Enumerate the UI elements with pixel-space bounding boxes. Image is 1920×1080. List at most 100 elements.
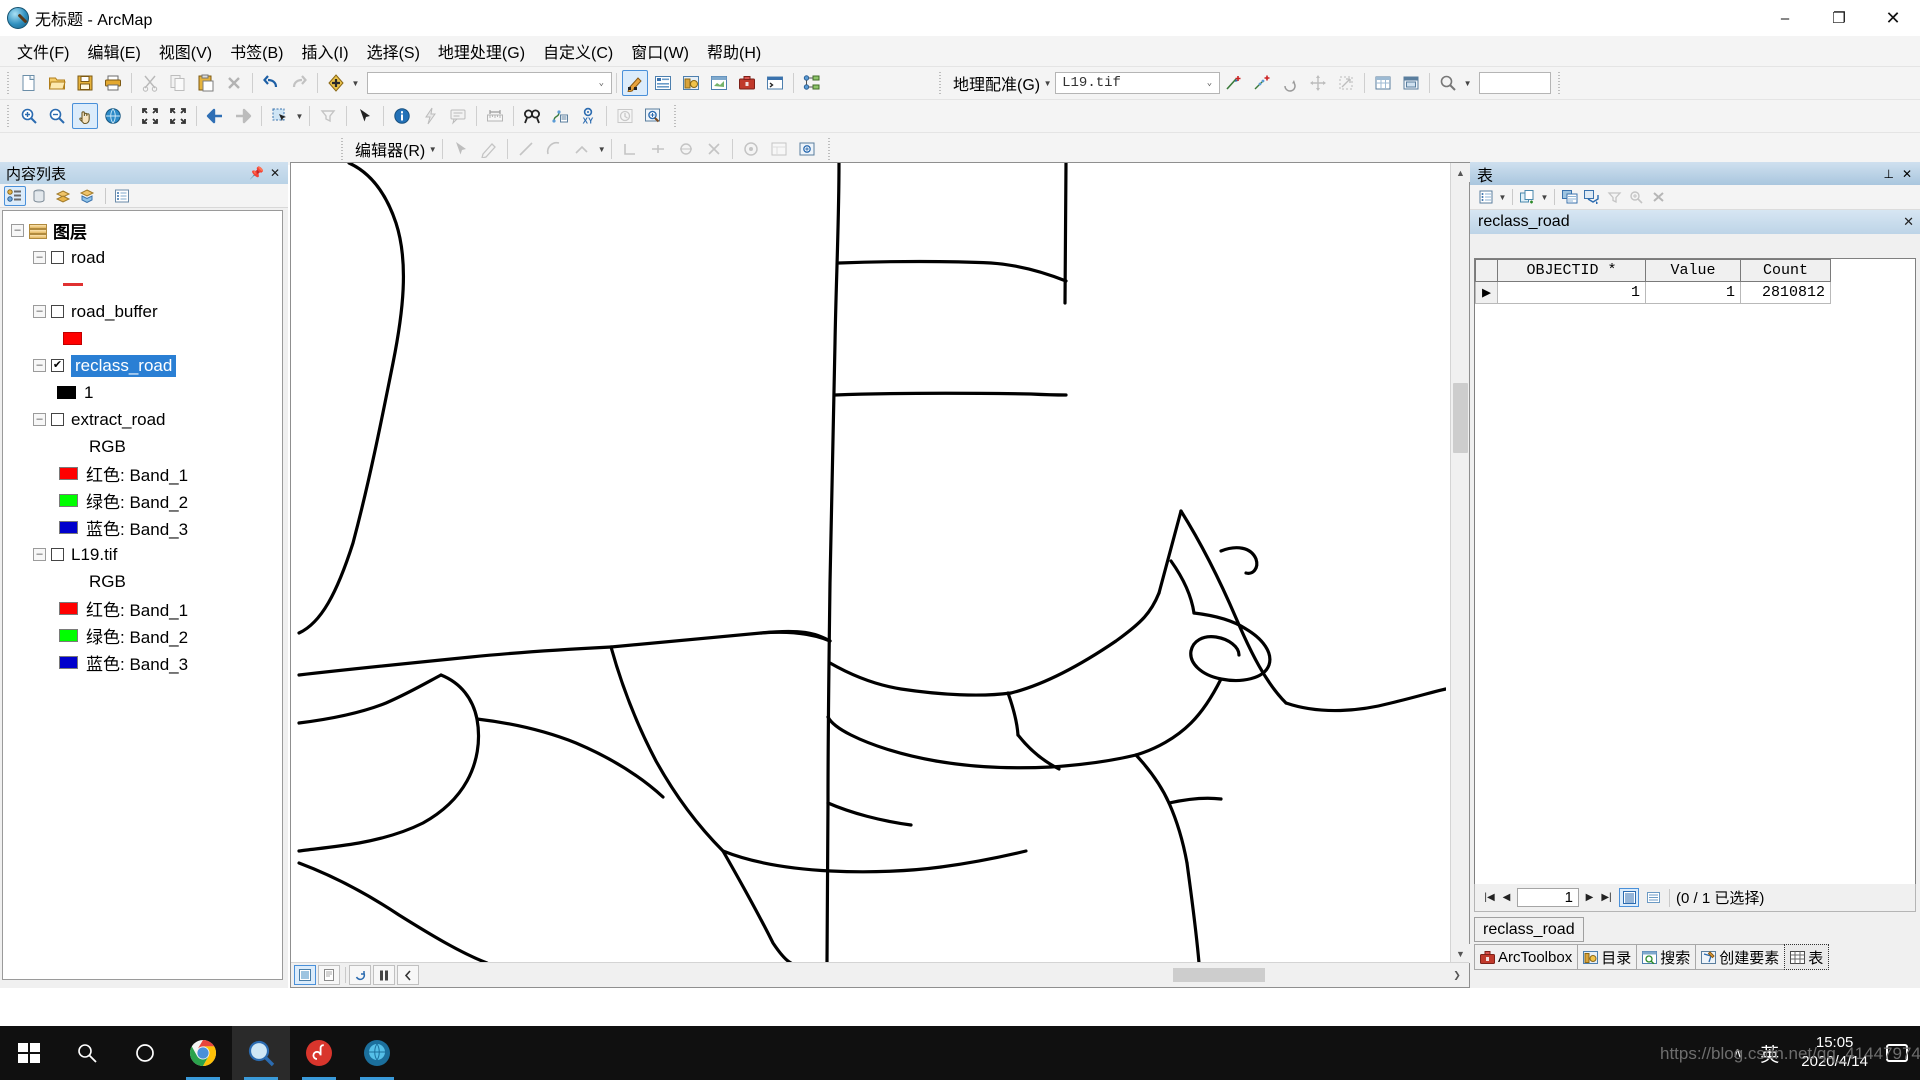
measure-tool[interactable]: [482, 103, 508, 129]
pause-drawing-button[interactable]: [373, 965, 395, 985]
record-number-input[interactable]: 1: [1517, 888, 1579, 907]
expander-icon[interactable]: –: [11, 224, 24, 237]
menu-customize[interactable]: 自定义(C): [534, 37, 622, 65]
zoom-in-tool[interactable]: [16, 103, 42, 129]
layout-view-button[interactable]: [318, 965, 340, 985]
toc-tree[interactable]: – 图层 – road – road_buffer: [2, 210, 283, 980]
arctoolbox-button[interactable]: [734, 70, 760, 96]
search-window-button[interactable]: [706, 70, 732, 96]
layer-checkbox[interactable]: [51, 548, 64, 561]
map-canvas[interactable]: [291, 163, 1446, 963]
scroll-right-arrow-icon[interactable]: ❯: [1445, 965, 1469, 985]
select-by-attributes-button[interactable]: [1559, 187, 1581, 207]
taskbar-chrome[interactable]: [174, 1026, 232, 1080]
menu-geoprocessing[interactable]: 地理处理(G): [429, 37, 534, 65]
add-data-dropdown-icon[interactable]: ▼: [350, 70, 361, 96]
endpoint-arc-tool[interactable]: [541, 136, 567, 162]
map-scale-combo[interactable]: ⌄: [367, 72, 612, 94]
editor-dropdown-icon[interactable]: ▼: [427, 136, 438, 162]
fixed-zoom-in-tool[interactable]: [137, 103, 163, 129]
toc-node-reclass-road[interactable]: – ✔ reclass_road: [9, 352, 282, 379]
redo-button[interactable]: [286, 70, 312, 96]
previous-extent-tool[interactable]: [202, 103, 228, 129]
table-of-contents-button[interactable]: [650, 70, 676, 96]
scale-button[interactable]: [1333, 70, 1359, 96]
list-by-selection-button[interactable]: [76, 186, 98, 206]
full-extent-tool[interactable]: [100, 103, 126, 129]
sketch-properties-button[interactable]: [766, 136, 792, 162]
tab-create-features[interactable]: 创建要素: [1695, 944, 1785, 970]
rotate-button[interactable]: [1277, 70, 1303, 96]
georeference-transform-combo[interactable]: [1479, 72, 1551, 94]
map-vertical-scroll-thumb[interactable]: [1453, 383, 1468, 453]
tools-toolbar-grip[interactable]: [4, 105, 12, 127]
add-data-button[interactable]: [323, 70, 349, 96]
cut-button[interactable]: [137, 70, 163, 96]
show-all-records-button[interactable]: [1619, 888, 1639, 907]
taskbar-arcmap[interactable]: [348, 1026, 406, 1080]
right-angle-tool[interactable]: [617, 136, 643, 162]
toolbar-grip[interactable]: [4, 72, 12, 94]
first-record-button[interactable]: |◀: [1481, 888, 1498, 908]
table-tab-close-button[interactable]: ✕: [1903, 214, 1914, 230]
straight-segment-tool[interactable]: [513, 136, 539, 162]
map-view[interactable]: ▲ ▼ ❯: [290, 162, 1470, 988]
georeference-menu-label[interactable]: 地理配准(G): [947, 71, 1042, 95]
minimize-button[interactable]: –: [1758, 0, 1812, 36]
toc-node-extract-road[interactable]: – extract_road: [9, 406, 282, 433]
taskbar-task-view-button[interactable]: [116, 1026, 174, 1080]
table-panel-pin-button[interactable]: ⊥: [1883, 167, 1893, 181]
map-horizontal-scroll-thumb[interactable]: [1173, 968, 1265, 982]
copy-button[interactable]: [165, 70, 191, 96]
tab-catalog[interactable]: 目录: [1577, 944, 1637, 970]
editor-menu-label[interactable]: 编辑器(R): [349, 137, 427, 161]
add-control-points-button[interactable]: [1221, 70, 1247, 96]
clear-selection-tool[interactable]: [315, 103, 341, 129]
clear-selection-button[interactable]: [1603, 187, 1625, 207]
html-popup-tool[interactable]: [445, 103, 471, 129]
create-viewer-window-tool[interactable]: [640, 103, 666, 129]
print-button[interactable]: [100, 70, 126, 96]
menu-file[interactable]: 文件(F): [8, 37, 78, 65]
expander-icon[interactable]: –: [33, 305, 46, 318]
identify-tool[interactable]: [389, 103, 415, 129]
scroll-down-arrow-icon[interactable]: ▼: [1451, 944, 1470, 963]
table-options-button[interactable]: [1475, 187, 1497, 207]
georef-window-button[interactable]: [1398, 70, 1424, 96]
tab-table[interactable]: 表: [1784, 944, 1829, 970]
find-route-tool[interactable]: [547, 103, 573, 129]
pan-tool[interactable]: [72, 103, 98, 129]
menu-selection[interactable]: 选择(S): [358, 37, 429, 65]
magnifier-dropdown-icon[interactable]: ▼: [1462, 70, 1473, 96]
row-selector-cell[interactable]: ▶: [1476, 282, 1498, 304]
toc-close-button[interactable]: ✕: [270, 166, 280, 180]
save-document-button[interactable]: [72, 70, 98, 96]
table-options-dropdown-icon[interactable]: ▼: [1497, 184, 1508, 210]
expander-icon[interactable]: –: [33, 251, 46, 264]
chevron-down-icon[interactable]: ⌄: [1202, 78, 1217, 88]
shift-button[interactable]: [1305, 70, 1331, 96]
next-extent-tool[interactable]: [230, 103, 256, 129]
related-tables-button[interactable]: [1517, 187, 1539, 207]
attributes-button[interactable]: [738, 136, 764, 162]
link-table-button[interactable]: [1370, 70, 1396, 96]
toc-node-road[interactable]: – road: [9, 244, 282, 271]
menu-view[interactable]: 视图(V): [150, 37, 221, 65]
select-elements-tool[interactable]: [352, 103, 378, 129]
table-panel-close-button[interactable]: ✕: [1902, 167, 1912, 181]
attribute-table-grid[interactable]: OBJECTID * Value Count ▶ 1 1 2810812: [1474, 258, 1916, 886]
back-button[interactable]: [397, 965, 419, 985]
toc-node-l19[interactable]: – L19.tif: [9, 541, 282, 568]
editor-overflow-grip[interactable]: [825, 138, 833, 160]
map-vertical-scrollbar[interactable]: ▲ ▼: [1450, 163, 1469, 963]
zoom-to-selected-button[interactable]: [1625, 187, 1647, 207]
intersection-tool[interactable]: [701, 136, 727, 162]
layer-checkbox[interactable]: [51, 251, 64, 264]
column-header-value[interactable]: Value: [1646, 260, 1741, 282]
toc-node-layers[interactable]: – 图层: [9, 217, 282, 244]
table-tab-reclass-road[interactable]: reclass_road: [1474, 917, 1584, 942]
last-record-button[interactable]: ▶|: [1598, 888, 1615, 908]
distance-distance-tool[interactable]: [673, 136, 699, 162]
taskbar-search-button[interactable]: [58, 1026, 116, 1080]
find-tool[interactable]: [519, 103, 545, 129]
